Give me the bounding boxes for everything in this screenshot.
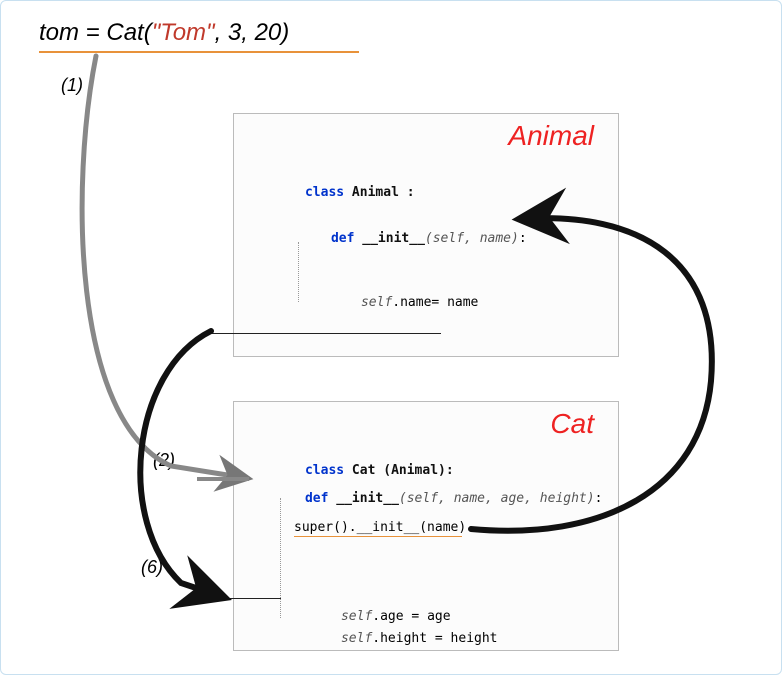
cat-super-line: super().__init__(name) [294,520,466,535]
cat-init-line: def __init__(self, name, age, height): [258,476,602,521]
self-ref: self [341,631,372,646]
animal-init-args: (self, name) [425,231,519,246]
diagram-canvas: tom = Cat("Tom", 3, 20) (1) (2) (3) (4) … [0,0,782,675]
colon: : [519,231,527,246]
animal-init-name: __init__ [354,231,424,246]
step-1-label: (1) [61,75,83,96]
animal-class-name: Animal : [344,185,414,200]
animal-indent-guide [298,242,299,302]
step-2-label: (2) [153,450,175,471]
cat-indent-guide [280,498,281,618]
var-name: tom [39,19,79,46]
animal-exit-line [211,333,441,334]
def-keyword: def [305,491,328,506]
instantiation-expression: tom = Cat("Tom", 3, 20) [39,19,289,47]
animal-title: Animal [508,120,594,152]
equals: = [79,19,106,46]
animal-assign: .name= name [392,295,478,310]
cat-init-args: (self, name, age, height) [399,491,595,506]
super-underline [294,536,462,537]
def-keyword: def [331,231,354,246]
animal-init-line: def __init__(self, name): [284,216,527,261]
cat-title: Cat [550,408,594,440]
call-prefix: Cat( [106,19,151,46]
colon: : [595,491,603,506]
call-rest: , 3, 20) [215,19,290,46]
class-keyword: class [305,185,344,200]
cat-height-assign: .height = height [372,631,497,646]
cat-height-line: self.height = height [294,616,498,661]
arrow-step-1 [82,56,246,478]
self-ref: self [361,295,392,310]
animal-class-box: Animal class Animal : def __init__(self,… [233,113,619,357]
cat-class-box: Cat class Cat (Animal): def __init__(sel… [233,401,619,651]
string-literal: "Tom" [152,19,215,46]
cat-return-connector [226,598,281,599]
cat-init-name: __init__ [328,491,398,506]
animal-class-line: class Animal : [258,170,415,215]
animal-body-line: self.name= name [314,280,478,325]
step-6-label: (6) [141,557,163,578]
underline-accent [39,51,359,53]
